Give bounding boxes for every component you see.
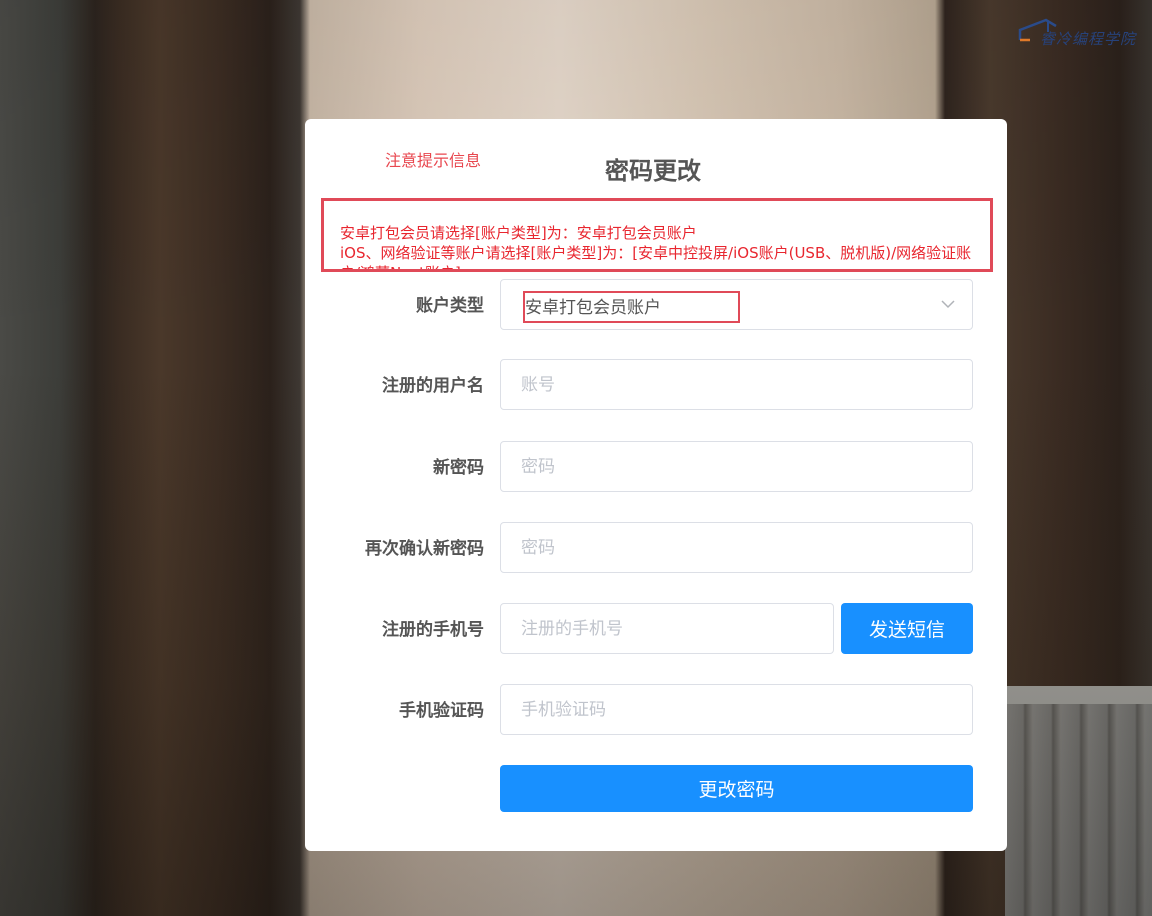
- notice-line-ios: iOS、网络验证等账户请选择[账户类型]为：[安卓中控投屏/iOS账户(USB、…: [340, 244, 972, 269]
- account-type-label: 账户类型: [416, 296, 484, 316]
- new-password-row: 新密码: [305, 441, 1007, 492]
- account-type-select[interactable]: 安卓打包会员账户: [500, 279, 973, 330]
- username-row: 注册的用户名: [305, 359, 1007, 410]
- username-input[interactable]: [501, 360, 971, 409]
- phone-field-wrapper: [500, 603, 834, 654]
- change-password-button[interactable]: 更改密码: [500, 765, 973, 812]
- selected-value-highlight: [523, 291, 740, 323]
- brand-logo: 睿冷编程学院: [1018, 18, 1146, 48]
- notice-line-android: 安卓打包会员请选择[账户类型]为：安卓打包会员账户: [340, 224, 697, 242]
- confirm-password-input[interactable]: [501, 523, 971, 572]
- notice-text: 安卓打包会员请选择[账户类型]为：安卓打包会员账户 iOS、网络验证等账户请选择…: [340, 223, 980, 269]
- chevron-down-icon[interactable]: [940, 296, 956, 312]
- new-password-label: 新密码: [433, 458, 484, 478]
- phone-input[interactable]: [501, 604, 831, 653]
- confirm-password-row: 再次确认新密码: [305, 522, 1007, 573]
- new-password-field-wrapper: [500, 441, 973, 492]
- confirm-password-label: 再次确认新密码: [365, 539, 484, 559]
- sms-code-label: 手机验证码: [399, 701, 484, 721]
- username-field-wrapper: [500, 359, 973, 410]
- sms-code-field-wrapper: [500, 684, 973, 735]
- phone-row: 注册的手机号 发送短信: [305, 603, 1007, 654]
- new-password-input[interactable]: [501, 442, 971, 491]
- notice-title: 注意提示信息: [385, 151, 482, 170]
- send-sms-button[interactable]: 发送短信: [841, 603, 973, 654]
- phone-label: 注册的手机号: [382, 620, 484, 640]
- logo-text: 睿冷编程学院: [1040, 30, 1137, 48]
- sms-code-input[interactable]: [501, 685, 971, 734]
- username-label: 注册的用户名: [382, 376, 484, 396]
- page-title: 密码更改: [605, 157, 701, 185]
- account-type-row: 账户类型 安卓打包会员账户: [305, 279, 1007, 330]
- password-change-card: 注意提示信息 密码更改 安卓打包会员请选择[账户类型]为：安卓打包会员账户 iO…: [305, 119, 1007, 851]
- notice-box: 安卓打包会员请选择[账户类型]为：安卓打包会员账户 iOS、网络验证等账户请选择…: [321, 198, 993, 272]
- confirm-password-field-wrapper: [500, 522, 973, 573]
- sms-code-row: 手机验证码: [305, 684, 1007, 735]
